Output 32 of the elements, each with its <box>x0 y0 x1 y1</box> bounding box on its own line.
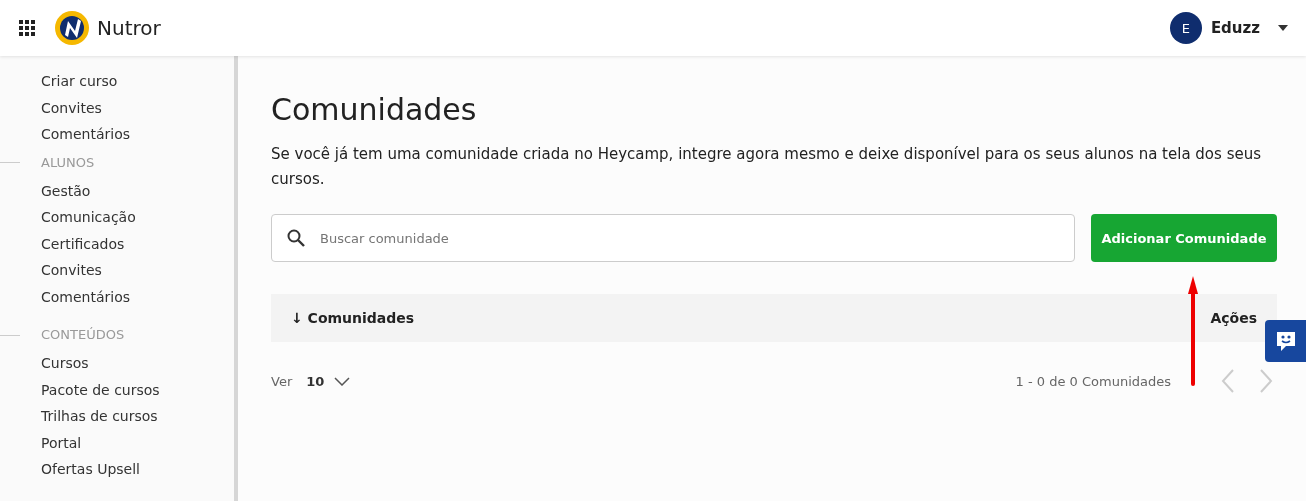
logo-icon <box>55 11 89 45</box>
section-heading: CONTEÚDOS <box>41 326 125 344</box>
search-field[interactable]: Buscar comunidade <box>271 214 1075 262</box>
sidebar-item[interactable]: Certificados <box>0 230 234 257</box>
per-page-select[interactable]: 10 <box>306 373 351 389</box>
sidebar-item[interactable]: Gestão <box>0 177 234 204</box>
sidebar-item[interactable]: Comentários <box>0 283 234 310</box>
section-heading: ALUNOS <box>41 153 95 172</box>
sidebar-item[interactable]: Criar curso <box>0 68 234 95</box>
brand-name: Nutror <box>97 16 161 40</box>
sidebar-item[interactable]: Convites <box>0 94 234 121</box>
sidebar-item[interactable]: Trilhas de cursos <box>0 403 234 430</box>
sidebar-item[interactable]: Comentários <box>0 121 234 148</box>
page-range: 1 - 0 de 0 Comunidades <box>1015 373 1171 389</box>
sidebar-item[interactable]: Ofertas Upsell <box>0 456 234 483</box>
search-icon <box>287 229 305 247</box>
column-header[interactable]: ↓ Comunidades <box>291 310 415 326</box>
chat-widget-button[interactable] <box>1265 320 1306 362</box>
user-name[interactable]: Eduzz <box>1210 19 1260 37</box>
sidebar-item[interactable]: Portal <box>0 429 234 456</box>
page-description: Se você já tem uma comunidade criada no Heycamp, integre agora mesmo e deixe disponível para os seus alunos na tela dos seus cursos. <box>271 144 1262 190</box>
per-page-label: Ver <box>271 373 293 389</box>
sidebar-item[interactable]: Comunicação <box>0 204 234 231</box>
apps-menu-icon[interactable] <box>19 20 35 36</box>
chevron-down-icon[interactable] <box>334 376 351 386</box>
caret-icon[interactable] <box>1278 25 1288 31</box>
user-avatar[interactable]: E <box>1169 12 1202 44</box>
sidebar-item[interactable]: Convites <box>0 257 234 284</box>
column-header: Ações <box>1210 310 1257 326</box>
page-title: Comunidades <box>271 91 478 129</box>
sidebar-item[interactable]: Cursos <box>0 350 234 377</box>
sidebar-item[interactable]: Pacote de cursos <box>0 376 234 403</box>
